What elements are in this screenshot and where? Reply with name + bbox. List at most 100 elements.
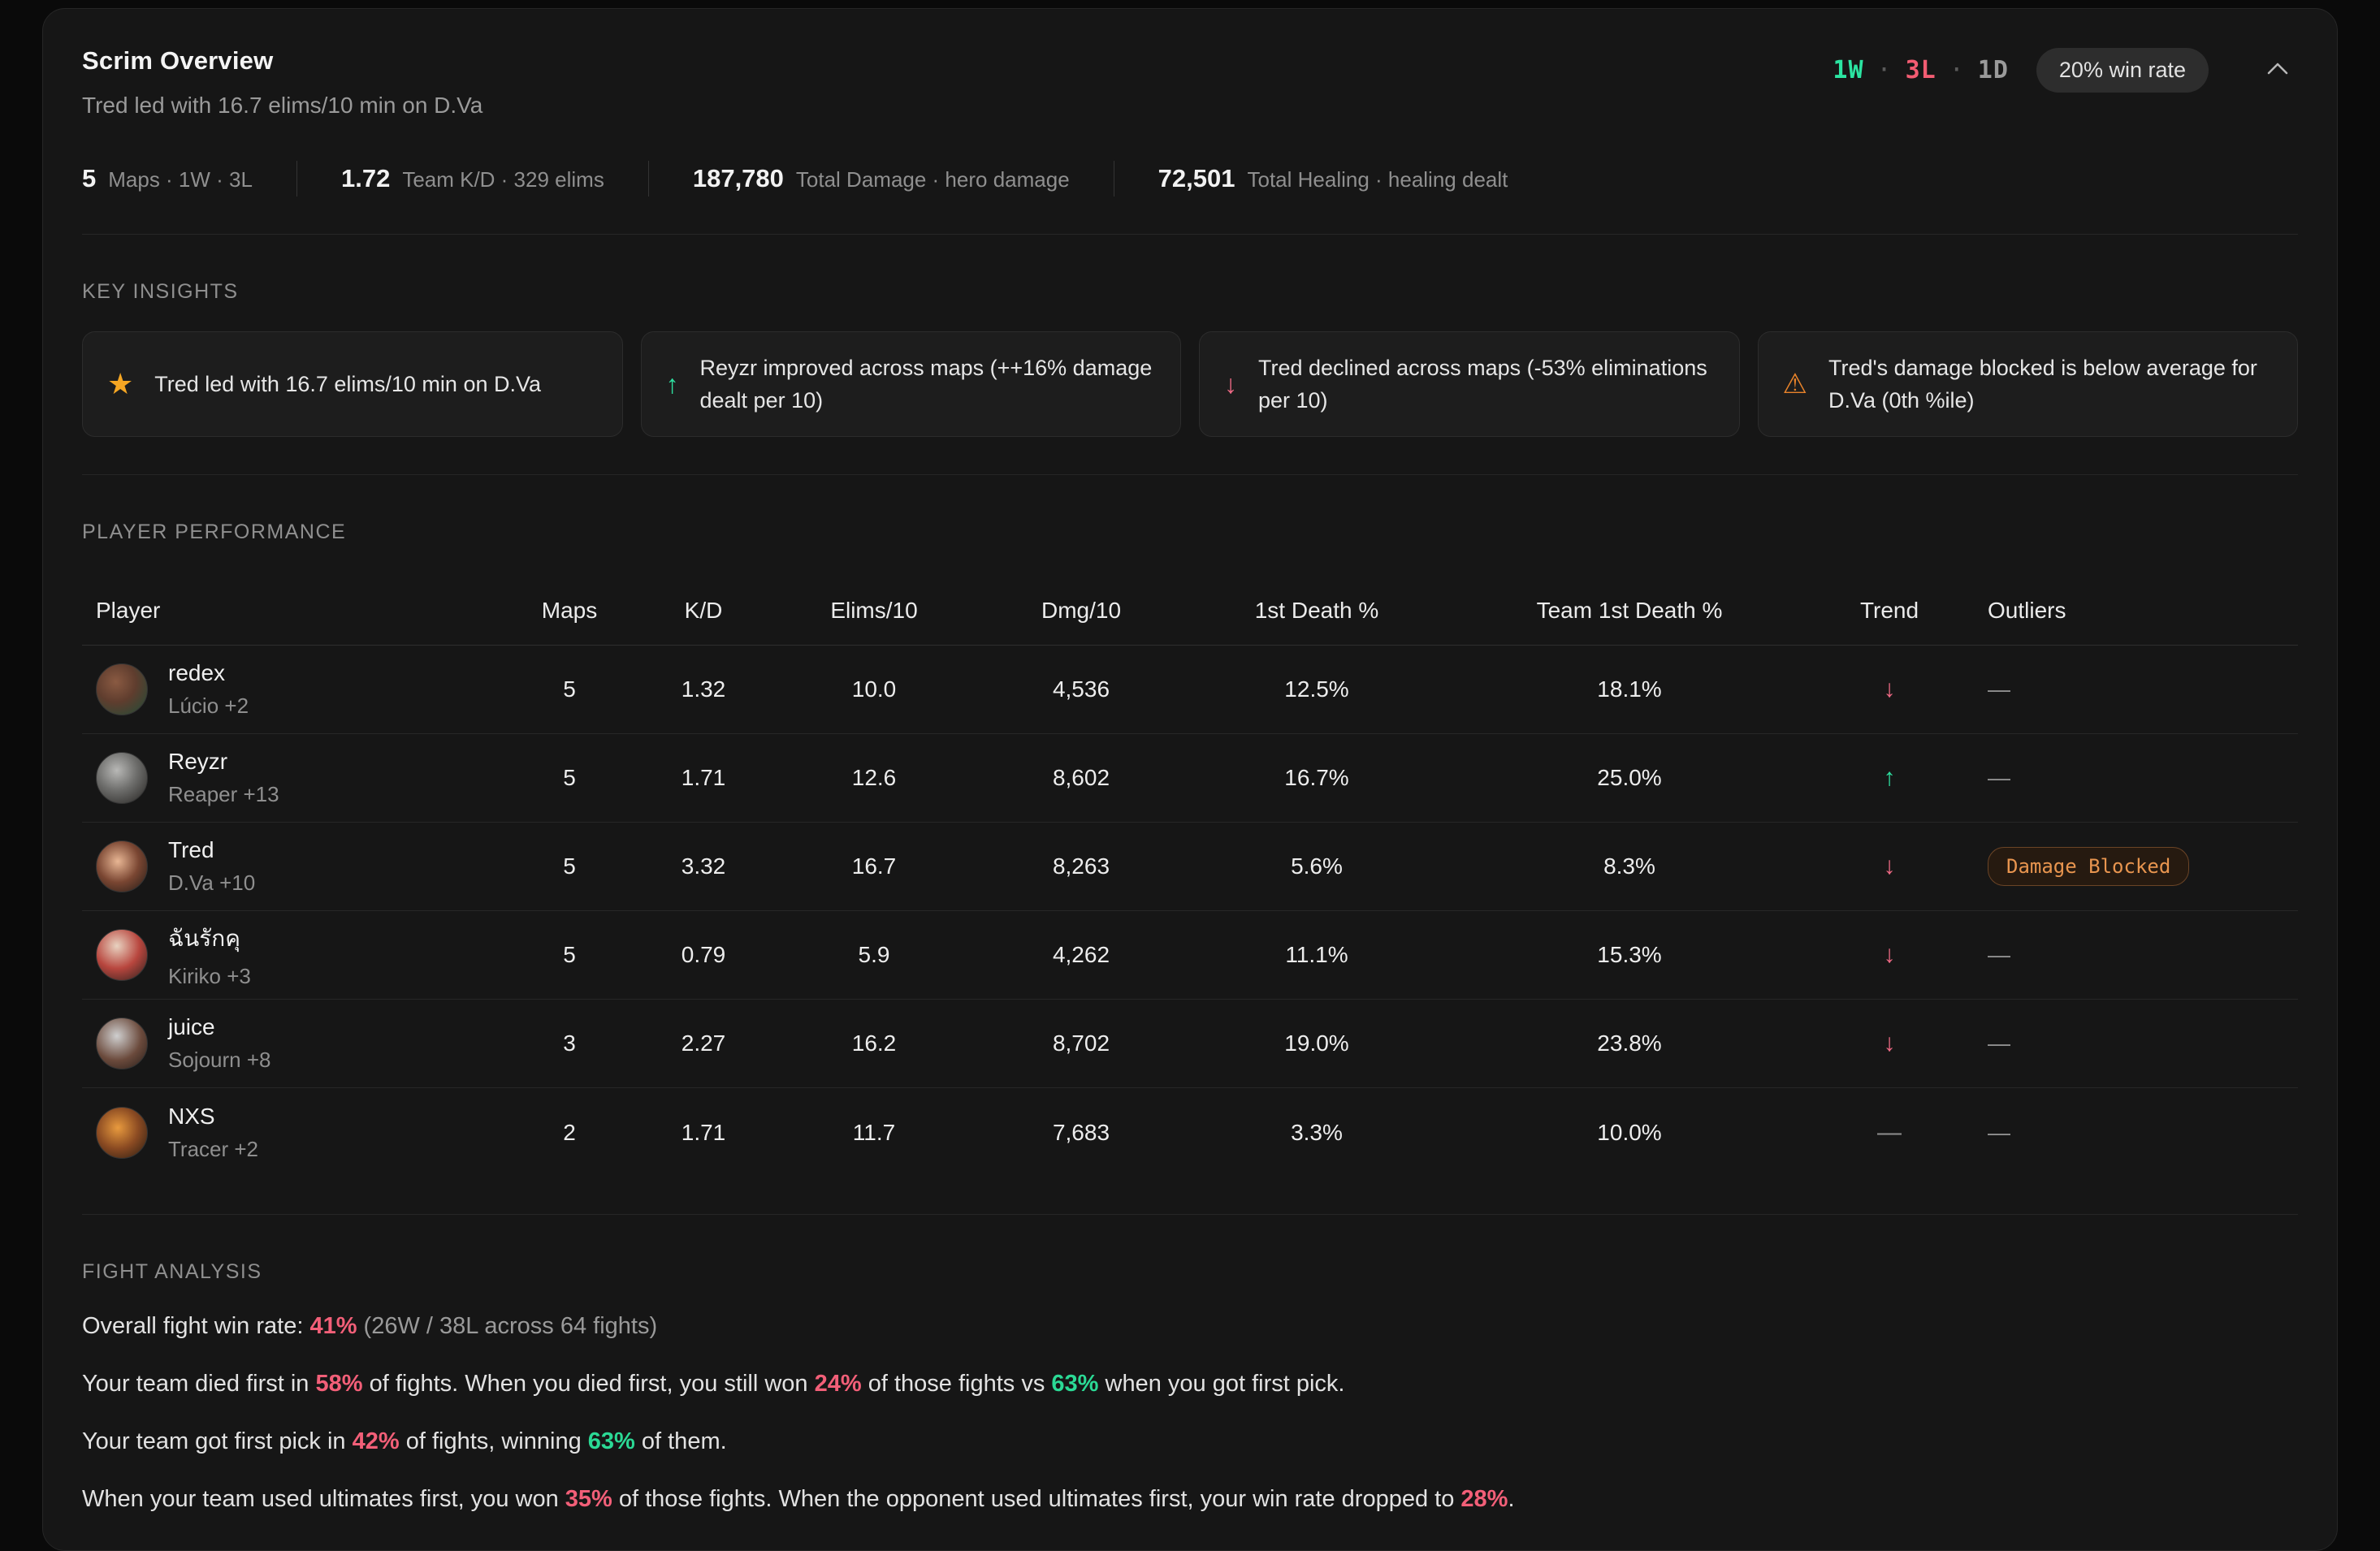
player-name: juice (168, 1014, 270, 1040)
stat-maps: 5 Maps · 1W · 3L (82, 164, 253, 193)
cell-team-first-death: 25.0% (1447, 765, 1812, 791)
cell-team-first-death: 23.8% (1447, 1030, 1812, 1056)
cell-kd: 3.32 (634, 853, 772, 879)
trend-up-icon: ↑ (1812, 764, 1967, 792)
player-name: redex (168, 660, 249, 686)
cell-first-death: 5.6% (1187, 853, 1447, 879)
stat-label: Maps · 1W · 3L (108, 167, 253, 192)
player-name: ฉันรักคุ (168, 921, 251, 957)
cell-maps: 5 (504, 676, 634, 702)
avatar (96, 663, 148, 715)
cell-maps: 3 (504, 1030, 634, 1056)
stat-highlight-green: 63% (588, 1428, 635, 1454)
stat-value: 5 (82, 164, 96, 193)
page-subtitle: Tred led with 16.7 elims/10 min on D.Va (82, 93, 482, 119)
avatar (96, 840, 148, 892)
arrow-down-icon: ↓ (1224, 371, 1237, 397)
cell-kd: 1.71 (634, 1120, 772, 1146)
table-row[interactable]: ฉันรักคุ Kiriko +3 5 0.79 5.9 4,262 11.1… (82, 911, 2298, 1000)
fight-line-ultimates: When your team used ultimates first, you… (82, 1483, 2298, 1515)
cell-elims10: 11.7 (772, 1120, 976, 1146)
column-header-maps: Maps (504, 598, 634, 624)
table-row[interactable]: NXS Tracer +2 2 1.71 11.7 7,683 3.3% 10.… (82, 1088, 2298, 1177)
fight-line-first-pick: Your team got first pick in 42% of fight… (82, 1425, 2298, 1458)
insight-text: Reyzr improved across maps (++16% damage… (700, 352, 1157, 417)
column-header-kd: K/D (634, 598, 772, 624)
fight-line-died-first: Your team died first in 58% of fights. W… (82, 1367, 2298, 1400)
cell-outliers: — (1967, 765, 2298, 791)
cell-dmg10: 4,262 (976, 942, 1187, 968)
column-header-first-death: 1st Death % (1187, 598, 1447, 624)
column-header-elims10: Elims/10 (772, 598, 976, 624)
table-row[interactable]: Tred D.Va +10 5 3.32 16.7 8,263 5.6% 8.3… (82, 823, 2298, 911)
stat-team-kd: 1.72 Team K/D · 329 elims (341, 164, 604, 193)
insight-card-warning: ⚠ Tred's damage blocked is below average… (1758, 331, 2299, 437)
page-title: Scrim Overview (82, 46, 482, 76)
record-separator: · (1877, 56, 1893, 84)
no-outlier-dash: — (1988, 942, 2010, 967)
chevron-up-icon (2265, 68, 2290, 80)
table-row[interactable]: juice Sojourn +8 3 2.27 16.2 8,702 19.0%… (82, 1000, 2298, 1088)
table-header-row: Player Maps K/D Elims/10 Dmg/10 1st Deat… (82, 580, 2298, 646)
cell-outliers: Damage Blocked (1967, 847, 2298, 886)
player-performance-table: Player Maps K/D Elims/10 Dmg/10 1st Deat… (82, 580, 2298, 1177)
header-right: 1W · 3L · 1D 20% win rate (1833, 46, 2298, 93)
stat-label: Team K/D · 329 elims (402, 167, 604, 192)
player-heroes: Sojourn +8 (168, 1048, 270, 1073)
player-performance-label: PLAYER PERFORMANCE (82, 521, 2298, 544)
player-name: Tred (168, 837, 255, 863)
avatar (96, 1017, 148, 1069)
stat-divider (296, 161, 297, 197)
column-header-dmg10: Dmg/10 (976, 598, 1187, 624)
cell-first-death: 16.7% (1187, 765, 1447, 791)
damage-blocked-badge[interactable]: Damage Blocked (1988, 847, 2189, 886)
table-row[interactable]: redex Lúcio +2 5 1.32 10.0 4,536 12.5% 1… (82, 646, 2298, 734)
cell-team-first-death: 18.1% (1447, 676, 1812, 702)
cell-first-death: 12.5% (1187, 676, 1447, 702)
cell-dmg10: 8,602 (976, 765, 1187, 791)
stat-value: 1.72 (341, 164, 390, 193)
cell-elims10: 5.9 (772, 942, 976, 968)
cell-maps: 5 (504, 942, 634, 968)
column-header-team-first-death: Team 1st Death % (1447, 598, 1812, 624)
cell-dmg10: 8,263 (976, 853, 1187, 879)
insight-card-improved: ↑ Reyzr improved across maps (++16% dama… (641, 331, 1182, 437)
collapse-button[interactable] (2257, 52, 2298, 89)
summary-stats-row: 5 Maps · 1W · 3L 1.72 Team K/D · 329 eli… (82, 161, 2298, 197)
cell-first-death: 3.3% (1187, 1120, 1447, 1146)
player-cell: NXS Tracer +2 (82, 1104, 504, 1162)
stat-highlight-red: 58% (315, 1371, 362, 1397)
arrow-up-icon: ↑ (666, 371, 679, 397)
stat-total-healing: 72,501 Total Healing · healing dealt (1158, 164, 1508, 193)
cell-kd: 1.32 (634, 676, 772, 702)
scrim-overview-panel: Scrim Overview Tred led with 16.7 elims/… (42, 8, 2338, 1551)
cell-outliers: — (1967, 942, 2298, 968)
insight-cards: ★ Tred led with 16.7 elims/10 min on D.V… (82, 331, 2298, 437)
stat-highlight-green: 63% (1051, 1371, 1098, 1397)
warning-icon: ⚠ (1783, 370, 1807, 398)
player-name: Reyzr (168, 749, 279, 775)
cell-team-first-death: 10.0% (1447, 1120, 1812, 1146)
cell-elims10: 10.0 (772, 676, 976, 702)
trend-down-icon: ↓ (1812, 853, 1967, 880)
cell-kd: 0.79 (634, 942, 772, 968)
trend-flat-dash: — (1812, 1119, 1967, 1147)
insight-text: Tred led with 16.7 elims/10 min on D.Va (154, 368, 541, 400)
avatar (96, 752, 148, 804)
player-cell: Reyzr Reaper +13 (82, 749, 504, 807)
table-row[interactable]: Reyzr Reaper +13 5 1.71 12.6 8,602 16.7%… (82, 734, 2298, 823)
panel-header: Scrim Overview Tred led with 16.7 elims/… (82, 46, 2298, 119)
trend-down-icon: ↓ (1812, 1030, 1967, 1057)
record-losses: 3L (1906, 56, 1936, 84)
insight-text: Tred declined across maps (-53% eliminat… (1258, 352, 1715, 417)
section-divider (82, 474, 2298, 475)
section-divider (82, 234, 2298, 235)
cell-outliers: — (1967, 1120, 2298, 1146)
section-divider (82, 1214, 2298, 1215)
player-cell: Tred D.Va +10 (82, 837, 504, 896)
stat-label: Total Damage · hero damage (796, 167, 1070, 192)
win-rate-badge: 20% win rate (2036, 48, 2209, 93)
insight-text: Tred's damage blocked is below average f… (1828, 352, 2273, 417)
player-cell: ฉันรักคุ Kiriko +3 (82, 921, 504, 989)
cell-team-first-death: 15.3% (1447, 942, 1812, 968)
